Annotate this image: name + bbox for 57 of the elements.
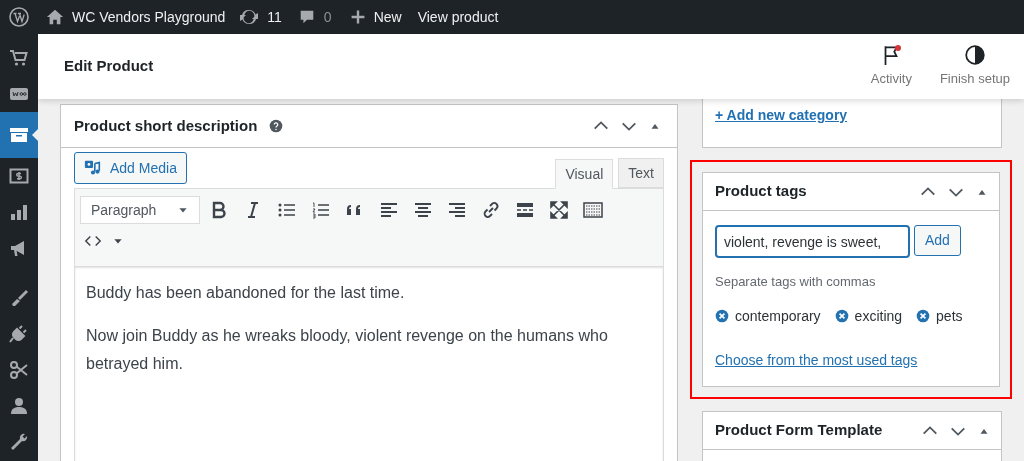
new-link[interactable]: New: [349, 6, 402, 28]
tag-label: pets: [936, 306, 963, 326]
remove-tag-button[interactable]: [916, 309, 931, 323]
header-action-button[interactable]: Activity: [859, 34, 923, 99]
tag-label: contemporary: [735, 306, 821, 326]
panel-title: Product short description: [74, 115, 258, 136]
home-icon: [46, 8, 64, 26]
link-icon: [481, 200, 501, 220]
fullscreen-icon: [549, 200, 569, 220]
tag-hint: Separate tags with commas: [715, 273, 877, 291]
scissors-icon: [9, 360, 29, 380]
remove-tag-button[interactable]: [715, 309, 729, 323]
view-product-link[interactable]: View product: [417, 6, 499, 28]
user-icon: [9, 396, 29, 416]
add-category-link[interactable]: + Add new category: [715, 107, 848, 123]
active-menu-pointer: [32, 129, 38, 141]
description-paragraph: Now join Buddy as he wreaks bloody, violent revenge on the humans who betrayed him.: [86, 326, 609, 374]
cart-icon: [9, 48, 29, 68]
add-tag-button[interactable]: Add: [914, 225, 961, 256]
add-media-button[interactable]: Add Media: [74, 152, 187, 184]
tag-input-field[interactable]: violent, revenge is sweet,: [715, 225, 910, 258]
refresh-icon: [239, 7, 260, 27]
comments-link[interactable]: 0: [297, 6, 332, 28]
dollar-icon: [9, 166, 29, 186]
numbered-list-icon: [311, 200, 331, 220]
plus-icon: [349, 9, 366, 25]
wrench-icon: [9, 432, 29, 452]
read-more-icon: [515, 200, 535, 220]
keyboard-icon: [583, 200, 603, 220]
wordpress-logo-icon: [9, 7, 29, 27]
tag-label: exciting: [854, 306, 903, 326]
align-left-icon: [379, 200, 399, 220]
bar-chart-icon: [9, 202, 29, 222]
header-action-button[interactable]: Finish setup: [928, 34, 1021, 99]
align-center-icon: [413, 200, 433, 220]
half-circle-icon: [963, 44, 986, 67]
archive-box-icon: [9, 125, 29, 145]
updates-link[interactable]: 11: [239, 6, 282, 28]
remove-circle-icon: [715, 309, 729, 323]
most-used-tags-link[interactable]: Choose from the most used tags: [715, 349, 987, 371]
panel-title: Product Form Template: [715, 420, 883, 441]
plug-icon: [9, 324, 29, 344]
paintbrush-icon: [9, 288, 29, 308]
format-dropdown[interactable]: Paragraph: [80, 196, 200, 224]
help-icon: [269, 119, 284, 133]
panel-title: Product tags: [715, 181, 807, 202]
site-name-link[interactable]: WC Vendors Playground: [46, 6, 226, 28]
editor-tab[interactable]: Visual: [555, 159, 614, 189]
page-title: Edit Product: [64, 56, 154, 77]
description-paragraph: Buddy has been abandoned for the last time.: [86, 283, 406, 303]
media-icon: [84, 159, 102, 177]
align-right-icon: [447, 200, 467, 220]
remove-tag-button[interactable]: [834, 309, 849, 323]
editor-tab[interactable]: Text: [618, 158, 664, 188]
remove-circle-icon: [834, 309, 849, 323]
remove-circle-icon: [916, 309, 931, 323]
sidebar-menu-item[interactable]: [0, 112, 38, 158]
